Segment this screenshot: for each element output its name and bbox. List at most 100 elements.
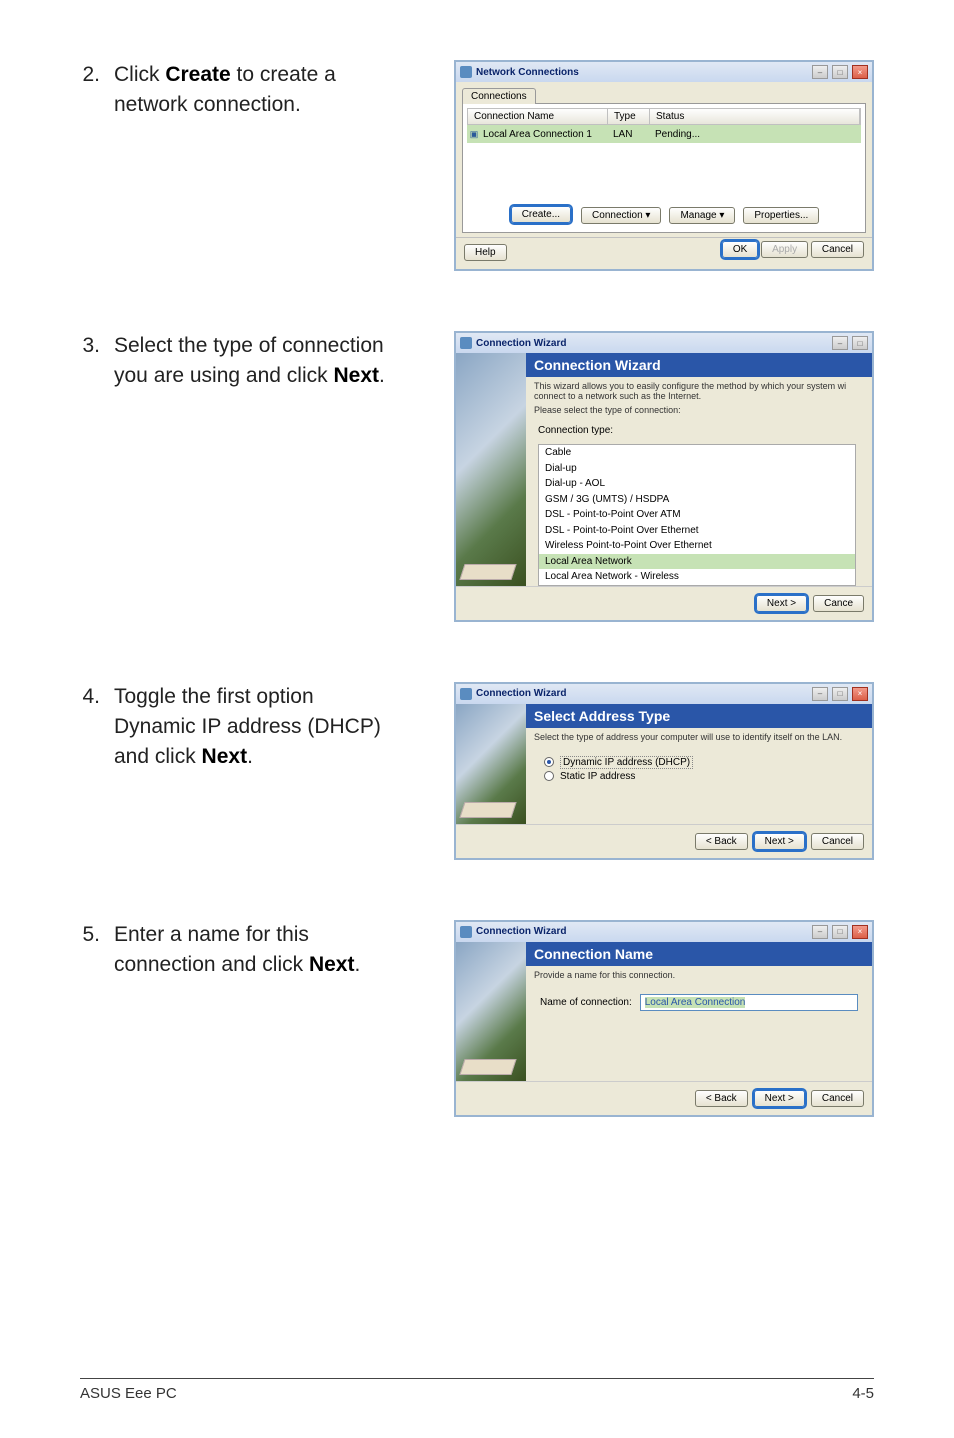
app-icon	[460, 926, 472, 938]
cancel-button[interactable]: Cancel	[811, 1090, 864, 1107]
connection-type-listbox[interactable]: Cable Dial-up Dial-up - AOL GSM / 3G (UM…	[538, 444, 856, 586]
cancel-button[interactable]: Cance	[813, 595, 864, 612]
create-button[interactable]: Create...	[511, 206, 571, 223]
screenshot-network-connections: Network Connections – □ × Connections Co…	[410, 60, 874, 271]
step-2: 2. Click Create to create a network conn…	[80, 60, 874, 271]
table-row[interactable]: ▣ Local Area Connection 1 LAN Pending...	[467, 125, 861, 143]
step-3: 3. Select the type of connection you are…	[80, 331, 874, 622]
back-button[interactable]: < Back	[695, 1090, 748, 1107]
next-button[interactable]: Next >	[754, 1090, 805, 1107]
list-item[interactable]: Local Area Network - Wireless	[539, 569, 855, 585]
radio-static[interactable]: Static IP address	[544, 771, 854, 782]
window-connection-wizard: Connection Wizard – □ × Connection Name …	[454, 920, 874, 1117]
radio-off-icon	[544, 771, 554, 781]
step-4-text: 4. Toggle the first option Dynamic IP ad…	[80, 682, 390, 773]
page: 2. Click Create to create a network conn…	[0, 0, 954, 1438]
cell-type: LAN	[607, 129, 649, 140]
page-footer: ASUS Eee PC 4-5	[80, 1378, 874, 1402]
step-5-text: 5. Enter a name for this connection and …	[80, 920, 390, 981]
minimize-icon[interactable]: –	[812, 687, 828, 701]
list-item[interactable]: DSL - Point-to-Point Over ATM	[539, 507, 855, 523]
step-2-pre: Click	[114, 63, 165, 86]
close-icon[interactable]: ×	[852, 65, 868, 79]
list-item-selected[interactable]: Local Area Network	[539, 554, 855, 570]
wizard-banner: Connection Wizard	[526, 353, 872, 377]
step-5-num: 5.	[80, 920, 114, 950]
screenshot-connection-name: Connection Wizard – □ × Connection Name …	[410, 920, 874, 1117]
maximize-icon[interactable]: □	[832, 687, 848, 701]
step-5: 5. Enter a name for this connection and …	[80, 920, 874, 1117]
next-button[interactable]: Next >	[754, 833, 805, 850]
step-2-text: 2. Click Create to create a network conn…	[80, 60, 390, 121]
connection-type-label: Connection type:	[526, 419, 872, 442]
minimize-icon[interactable]: –	[812, 925, 828, 939]
properties-button[interactable]: Properties...	[743, 207, 819, 224]
app-icon	[460, 337, 472, 349]
name-label: Name of connection:	[540, 997, 632, 1008]
close-icon[interactable]: ×	[852, 925, 868, 939]
step-2-bold: Create	[165, 63, 230, 86]
list-item[interactable]: Dial-up	[539, 461, 855, 477]
list-item[interactable]: Dial-up - AOL	[539, 476, 855, 492]
wizard-banner: Select Address Type	[526, 704, 872, 728]
list-item[interactable]: GSM / 3G (UMTS) / HSDPA	[539, 492, 855, 508]
wizard-subtitle: Provide a name for this connection.	[526, 966, 872, 984]
connection-button[interactable]: Connection ▾	[581, 207, 661, 224]
col-connection-name: Connection Name	[468, 109, 608, 124]
wizard-subtitle: Select the type of address your computer…	[526, 728, 872, 746]
window-connection-wizard: Connection Wizard – □ × Select Address T…	[454, 682, 874, 860]
radio-dhcp[interactable]: Dynamic IP address (DHCP)	[544, 756, 854, 769]
minimize-icon[interactable]: –	[812, 65, 828, 79]
network-icon: ▣	[467, 129, 481, 140]
screenshot-select-address-type: Connection Wizard – □ × Select Address T…	[410, 682, 874, 860]
footer-left: ASUS Eee PC	[80, 1385, 177, 1402]
apply-button[interactable]: Apply	[761, 241, 808, 258]
close-icon[interactable]: ×	[852, 687, 868, 701]
window-title: Connection Wizard	[476, 338, 828, 349]
wizard-artwork	[456, 942, 526, 1081]
footer-right: 4-5	[852, 1385, 874, 1402]
step-4: 4. Toggle the first option Dynamic IP ad…	[80, 682, 874, 860]
col-status: Status	[650, 109, 860, 124]
step-4-num: 4.	[80, 682, 114, 712]
titlebar: Connection Wizard – □ ×	[456, 922, 872, 942]
wizard-artwork	[456, 704, 526, 824]
titlebar: Connection Wizard – □ ×	[456, 684, 872, 704]
radio-on-icon	[544, 757, 554, 767]
wizard-artwork	[456, 353, 526, 586]
list-item[interactable]: Cable	[539, 445, 855, 461]
maximize-icon[interactable]: □	[832, 925, 848, 939]
radio-static-label: Static IP address	[560, 771, 635, 782]
connection-name-input[interactable]: Local Area Connection	[640, 994, 858, 1011]
ok-button[interactable]: OK	[722, 241, 758, 258]
list-item[interactable]: DSL - Point-to-Point Over Ethernet	[539, 523, 855, 539]
cancel-button[interactable]: Cancel	[811, 833, 864, 850]
titlebar: Network Connections – □ ×	[456, 62, 872, 82]
window-title: Connection Wizard	[476, 688, 808, 699]
manage-button[interactable]: Manage ▾	[669, 207, 735, 224]
cell-status: Pending...	[649, 129, 861, 140]
window-network-connections: Network Connections – □ × Connections Co…	[454, 60, 874, 271]
cancel-button[interactable]: Cancel	[811, 241, 864, 258]
highlight-create: Create...	[509, 207, 573, 224]
wizard-subtitle: This wizard allows you to easily configu…	[526, 377, 872, 419]
step-3-text: 3. Select the type of connection you are…	[80, 331, 390, 392]
app-icon	[460, 688, 472, 700]
screenshot-connection-wizard-type: Connection Wizard – □ Connection Wizard …	[410, 331, 874, 622]
step-5-post: .	[354, 953, 360, 976]
maximize-icon[interactable]: □	[832, 65, 848, 79]
cell-name: Local Area Connection 1	[481, 129, 607, 140]
step-3-post: .	[379, 364, 385, 387]
next-button[interactable]: Next >	[756, 595, 807, 612]
window-connection-wizard: Connection Wizard – □ Connection Wizard …	[454, 331, 874, 622]
maximize-icon[interactable]: □	[852, 336, 868, 350]
step-5-pre: Enter a name for this connection and cli…	[114, 923, 309, 976]
list-item[interactable]: Wireless Point-to-Point Over Ethernet	[539, 538, 855, 554]
minimize-icon[interactable]: –	[832, 336, 848, 350]
step-5-bold: Next	[309, 953, 355, 976]
step-2-num: 2.	[80, 60, 114, 90]
tab-connections[interactable]: Connections	[462, 88, 536, 104]
back-button[interactable]: < Back	[695, 833, 748, 850]
help-button[interactable]: Help	[464, 244, 507, 261]
wizard-banner: Connection Name	[526, 942, 872, 966]
